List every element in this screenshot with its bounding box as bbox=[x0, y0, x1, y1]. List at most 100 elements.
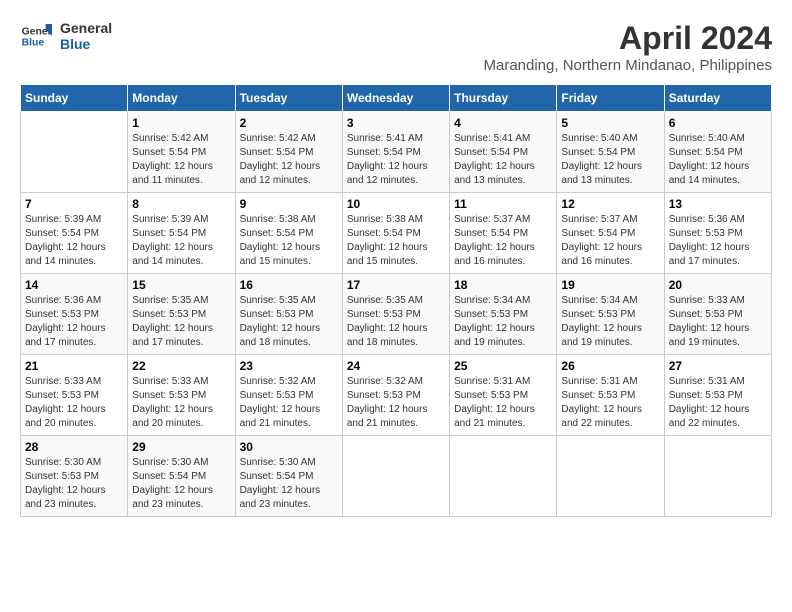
day-number: 2 bbox=[240, 116, 338, 130]
calendar-cell: 11 Sunrise: 5:37 AMSunset: 5:54 PMDayligh… bbox=[450, 193, 557, 274]
day-number: 26 bbox=[561, 359, 659, 373]
day-info: Sunrise: 5:41 AMSunset: 5:54 PMDaylight:… bbox=[347, 132, 445, 188]
calendar-cell: 28 Sunrise: 5:30 AMSunset: 5:53 PMDayligh… bbox=[21, 436, 128, 517]
logo-general: General bbox=[60, 20, 112, 36]
day-number: 22 bbox=[132, 359, 230, 373]
day-info: Sunrise: 5:37 AMSunset: 5:54 PMDaylight:… bbox=[561, 213, 659, 269]
calendar-cell: 6Sunrise: 5:40 AMSunset: 5:54 PMDaylight… bbox=[664, 112, 771, 193]
calendar-week-row: 28 Sunrise: 5:30 AMSunset: 5:53 PMDayligh… bbox=[21, 436, 772, 517]
day-info: Sunrise: 5:32 AMSunset: 5:53 PMDaylight:… bbox=[347, 375, 445, 431]
title-section: April 2024 Maranding, Northern Mindanao,… bbox=[483, 20, 772, 74]
day-info: Sunrise: 5:39 AMSunset: 5:54 PMDaylight:… bbox=[132, 213, 230, 269]
calendar-cell: 10Sunrise: 5:38 AMSunset: 5:54 PMDayligh… bbox=[342, 193, 449, 274]
day-number: 21 bbox=[25, 359, 123, 373]
calendar-cell: 24 Sunrise: 5:32 AMSunset: 5:53 PMDayligh… bbox=[342, 355, 449, 436]
day-number: 9 bbox=[240, 197, 338, 211]
calendar-cell: 22 Sunrise: 5:33 AMSunset: 5:53 PMDayligh… bbox=[128, 355, 235, 436]
day-number: 7 bbox=[25, 197, 123, 211]
day-info: Sunrise: 5:33 AMSunset: 5:53 PMDaylight:… bbox=[132, 375, 230, 431]
weekday-header: Thursday bbox=[450, 85, 557, 112]
day-info: Sunrise: 5:30 AMSunset: 5:54 PMDaylight:… bbox=[132, 456, 230, 512]
calendar-week-row: 14 Sunrise: 5:36 AMSunset: 5:53 PMDayligh… bbox=[21, 274, 772, 355]
calendar-cell: 2 Sunrise: 5:42 AMSunset: 5:54 PMDaylight… bbox=[235, 112, 342, 193]
calendar-body: 1 Sunrise: 5:42 AMSunset: 5:54 PMDaylight… bbox=[21, 112, 772, 517]
day-info: Sunrise: 5:35 AMSunset: 5:53 PMDaylight:… bbox=[240, 294, 338, 350]
calendar-cell: 27 Sunrise: 5:31 AMSunset: 5:53 PMDayligh… bbox=[664, 355, 771, 436]
calendar-cell: 23 Sunrise: 5:32 AMSunset: 5:53 PMDayligh… bbox=[235, 355, 342, 436]
day-number: 29 bbox=[132, 440, 230, 454]
weekday-header: Saturday bbox=[664, 85, 771, 112]
calendar-cell: 5Sunrise: 5:40 AMSunset: 5:54 PMDaylight… bbox=[557, 112, 664, 193]
day-info: Sunrise: 5:36 AMSunset: 5:53 PMDaylight:… bbox=[25, 294, 123, 350]
calendar-cell: 19Sunrise: 5:34 AMSunset: 5:53 PMDayligh… bbox=[557, 274, 664, 355]
calendar-cell: 15 Sunrise: 5:35 AMSunset: 5:53 PMDayligh… bbox=[128, 274, 235, 355]
day-info: Sunrise: 5:42 AMSunset: 5:54 PMDaylight:… bbox=[240, 132, 338, 188]
day-info: Sunrise: 5:38 AMSunset: 5:54 PMDaylight:… bbox=[347, 213, 445, 269]
day-number: 27 bbox=[669, 359, 767, 373]
weekday-header: Wednesday bbox=[342, 85, 449, 112]
day-number: 18 bbox=[454, 278, 552, 292]
day-number: 17 bbox=[347, 278, 445, 292]
page-header: General Blue General Blue April 2024 Mar… bbox=[20, 20, 772, 74]
day-info: Sunrise: 5:34 AMSunset: 5:53 PMDaylight:… bbox=[454, 294, 552, 350]
calendar-cell: 3 Sunrise: 5:41 AMSunset: 5:54 PMDaylight… bbox=[342, 112, 449, 193]
day-info: Sunrise: 5:32 AMSunset: 5:53 PMDaylight:… bbox=[240, 375, 338, 431]
day-info: Sunrise: 5:35 AMSunset: 5:53 PMDaylight:… bbox=[347, 294, 445, 350]
logo-icon: General Blue bbox=[20, 20, 52, 52]
day-number: 11 bbox=[454, 197, 552, 211]
day-info: Sunrise: 5:30 AMSunset: 5:54 PMDaylight:… bbox=[240, 456, 338, 512]
day-number: 15 bbox=[132, 278, 230, 292]
day-number: 28 bbox=[25, 440, 123, 454]
weekday-header: Tuesday bbox=[235, 85, 342, 112]
day-info: Sunrise: 5:37 AMSunset: 5:54 PMDaylight:… bbox=[454, 213, 552, 269]
weekday-header: Friday bbox=[557, 85, 664, 112]
calendar-cell: 25Sunrise: 5:31 AMSunset: 5:53 PMDayligh… bbox=[450, 355, 557, 436]
day-info: Sunrise: 5:33 AMSunset: 5:53 PMDaylight:… bbox=[25, 375, 123, 431]
calendar-cell: 9 Sunrise: 5:38 AMSunset: 5:54 PMDaylight… bbox=[235, 193, 342, 274]
calendar-cell: 18 Sunrise: 5:34 AMSunset: 5:53 PMDayligh… bbox=[450, 274, 557, 355]
calendar-table: SundayMondayTuesdayWednesdayThursdayFrid… bbox=[20, 84, 772, 517]
weekday-header: Monday bbox=[128, 85, 235, 112]
svg-text:Blue: Blue bbox=[22, 38, 45, 49]
calendar-week-row: 21 Sunrise: 5:33 AMSunset: 5:53 PMDayligh… bbox=[21, 355, 772, 436]
day-info: Sunrise: 5:31 AMSunset: 5:53 PMDaylight:… bbox=[561, 375, 659, 431]
calendar-cell: 26 Sunrise: 5:31 AMSunset: 5:53 PMDayligh… bbox=[557, 355, 664, 436]
day-number: 30 bbox=[240, 440, 338, 454]
calendar-cell: 1 Sunrise: 5:42 AMSunset: 5:54 PMDaylight… bbox=[128, 112, 235, 193]
day-number: 1 bbox=[132, 116, 230, 130]
day-info: Sunrise: 5:31 AMSunset: 5:53 PMDaylight:… bbox=[669, 375, 767, 431]
calendar-cell: 12Sunrise: 5:37 AMSunset: 5:54 PMDayligh… bbox=[557, 193, 664, 274]
day-number: 6 bbox=[669, 116, 767, 130]
day-number: 24 bbox=[347, 359, 445, 373]
calendar-cell: 30 Sunrise: 5:30 AMSunset: 5:54 PMDayligh… bbox=[235, 436, 342, 517]
day-info: Sunrise: 5:30 AMSunset: 5:53 PMDaylight:… bbox=[25, 456, 123, 512]
calendar-cell bbox=[342, 436, 449, 517]
calendar-cell: 4Sunrise: 5:41 AMSunset: 5:54 PMDaylight… bbox=[450, 112, 557, 193]
calendar-cell: 21 Sunrise: 5:33 AMSunset: 5:53 PMDayligh… bbox=[21, 355, 128, 436]
calendar-cell: 29 Sunrise: 5:30 AMSunset: 5:54 PMDayligh… bbox=[128, 436, 235, 517]
day-number: 5 bbox=[561, 116, 659, 130]
day-number: 23 bbox=[240, 359, 338, 373]
logo-blue: Blue bbox=[60, 36, 112, 52]
day-info: Sunrise: 5:42 AMSunset: 5:54 PMDaylight:… bbox=[132, 132, 230, 188]
calendar-cell: 17 Sunrise: 5:35 AMSunset: 5:53 PMDayligh… bbox=[342, 274, 449, 355]
day-info: Sunrise: 5:31 AMSunset: 5:53 PMDaylight:… bbox=[454, 375, 552, 431]
day-info: Sunrise: 5:35 AMSunset: 5:53 PMDaylight:… bbox=[132, 294, 230, 350]
calendar-cell bbox=[450, 436, 557, 517]
calendar-cell: 16Sunrise: 5:35 AMSunset: 5:53 PMDayligh… bbox=[235, 274, 342, 355]
calendar-cell: 13Sunrise: 5:36 AMSunset: 5:53 PMDayligh… bbox=[664, 193, 771, 274]
day-info: Sunrise: 5:39 AMSunset: 5:54 PMDaylight:… bbox=[25, 213, 123, 269]
calendar-cell: 8 Sunrise: 5:39 AMSunset: 5:54 PMDaylight… bbox=[128, 193, 235, 274]
calendar-week-row: 1 Sunrise: 5:42 AMSunset: 5:54 PMDaylight… bbox=[21, 112, 772, 193]
calendar-cell bbox=[557, 436, 664, 517]
day-info: Sunrise: 5:34 AMSunset: 5:53 PMDaylight:… bbox=[561, 294, 659, 350]
day-info: Sunrise: 5:41 AMSunset: 5:54 PMDaylight:… bbox=[454, 132, 552, 188]
day-number: 8 bbox=[132, 197, 230, 211]
day-info: Sunrise: 5:38 AMSunset: 5:54 PMDaylight:… bbox=[240, 213, 338, 269]
day-number: 3 bbox=[347, 116, 445, 130]
day-info: Sunrise: 5:33 AMSunset: 5:53 PMDaylight:… bbox=[669, 294, 767, 350]
logo: General Blue General Blue bbox=[20, 20, 112, 52]
month-title: April 2024 bbox=[483, 20, 772, 57]
location-title: Maranding, Northern Mindanao, Philippine… bbox=[483, 57, 772, 74]
day-number: 14 bbox=[25, 278, 123, 292]
